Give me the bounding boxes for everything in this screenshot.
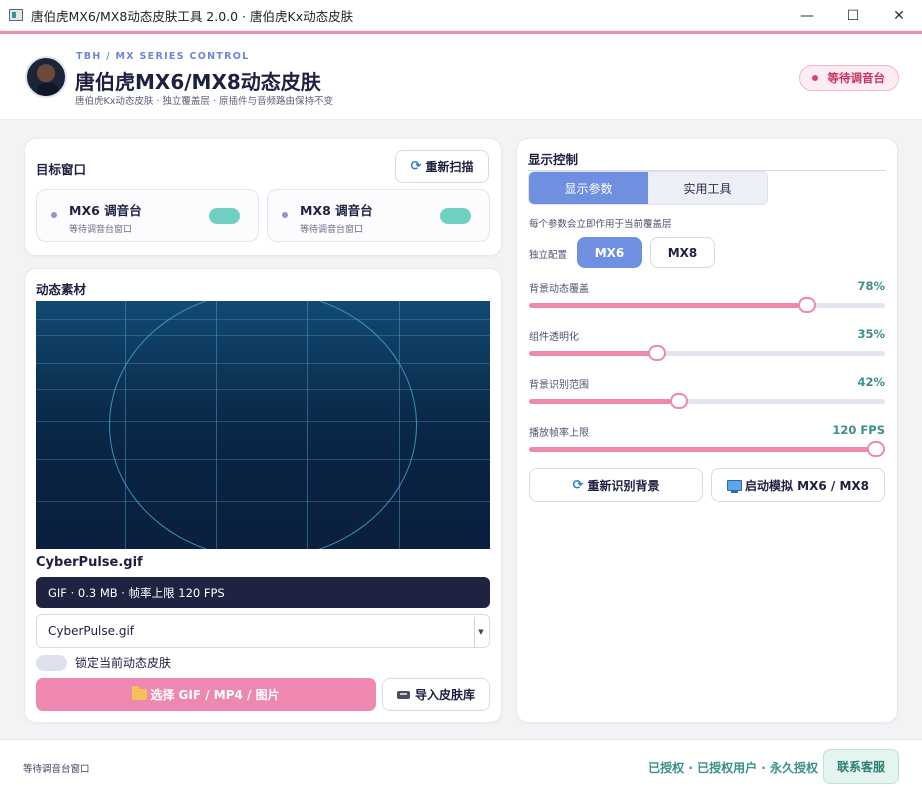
- status-badge: 等待调音台: [798, 65, 899, 91]
- target-window-title: 目标窗口: [36, 162, 87, 177]
- redetect-background-label: 重新识别背景: [587, 478, 660, 493]
- mx6-window-card[interactable]: MX6 调音台 等待调音台窗口: [36, 189, 259, 242]
- component-transparency-slider-thumb[interactable]: [648, 345, 667, 361]
- page-title: 唐伯虎MX6/MX8动态皮肤: [75, 70, 321, 94]
- license-status: 已授权 · 已授权用户 · 永久授权: [648, 761, 818, 775]
- choose-media-button[interactable]: 选择 GIF / MP4 / 图片: [36, 678, 376, 711]
- minimize-button[interactable]: —: [784, 0, 830, 31]
- rescan-button[interactable]: ⟳ 重新扫描: [395, 150, 489, 183]
- media-file-name: CyberPulse.gif: [36, 555, 143, 570]
- background-overlay-label: 背景动态覆盖: [529, 284, 589, 295]
- display-tabs: 显示参数 实用工具: [528, 171, 768, 205]
- drive-icon: [396, 690, 410, 699]
- redetect-background-button[interactable]: ⟳ 重新识别背景: [529, 468, 703, 502]
- chevron-down-icon[interactable]: ▼: [474, 617, 487, 647]
- background-overlay-slider-fill: [529, 303, 807, 308]
- refresh-icon: ⟳: [572, 477, 584, 493]
- contact-support-button[interactable]: 联系客服: [823, 749, 899, 784]
- frame-rate-cap-slider[interactable]: [529, 441, 885, 457]
- mx8-window-name: MX8 调音台: [300, 203, 373, 218]
- app-icon: [9, 9, 23, 21]
- media-meta-bar: GIF · 0.3 MB · 帧率上限 120 FPS: [36, 577, 490, 608]
- maximize-button[interactable]: ☐: [830, 0, 876, 31]
- frame-rate-cap-value: 120 FPS: [832, 423, 885, 437]
- import-library-label: 导入皮肤库: [414, 688, 475, 702]
- monitor-icon: [726, 479, 742, 493]
- config-label: 独立配置: [529, 250, 568, 261]
- mx8-window-card[interactable]: MX8 调音台 等待调音台窗口: [267, 189, 490, 242]
- component-transparency-label: 组件透明化: [529, 332, 579, 343]
- window-title: 唐伯虎MX6/MX8动态皮肤工具 2.0.0 · 唐伯虎Kx动态皮肤: [31, 8, 354, 24]
- lock-skin-toggle[interactable]: [36, 654, 67, 671]
- background-detection-label: 背景识别范围: [529, 380, 589, 391]
- import-library-button[interactable]: 导入皮肤库: [382, 678, 490, 711]
- refresh-icon: ⟳: [410, 159, 422, 174]
- mx8-status-dot-icon: [282, 212, 288, 218]
- status-dot-icon: [811, 75, 818, 81]
- footer-status: 等待调音台窗口: [23, 764, 90, 775]
- display-note: 每个参数会立即作用于当前覆盖层: [529, 219, 672, 230]
- avatar: [25, 56, 67, 98]
- window-titlebar: 唐伯虎MX6/MX8动态皮肤工具 2.0.0 · 唐伯虎Kx动态皮肤 — ☐ ✕: [0, 0, 922, 31]
- display-control-title: 显示控制: [528, 152, 579, 167]
- frame-rate-cap-slider-thumb[interactable]: [867, 441, 885, 457]
- component-transparency-slider-fill: [529, 351, 658, 356]
- background-overlay-slider[interactable]: [529, 297, 885, 313]
- mx8-toggle[interactable]: [440, 208, 471, 224]
- frame-rate-cap-label: 播放帧率上限: [529, 428, 589, 439]
- mx6-window-status: 等待调音台窗口: [69, 225, 133, 235]
- lock-skin-label: 锁定当前动态皮肤: [75, 656, 172, 670]
- rescan-button-label: 重新扫描: [425, 160, 474, 174]
- mx6-window-name: MX6 调音台: [69, 203, 142, 218]
- background-overlay-value: 78%: [857, 279, 885, 293]
- status-badge-label: 等待调音台: [827, 71, 886, 85]
- background-overlay-slider-thumb[interactable]: [797, 297, 816, 313]
- brand-kicker: TBH / MX SERIES CONTROL: [76, 51, 250, 62]
- media-title: 动态素材: [36, 282, 87, 297]
- component-transparency-value: 35%: [857, 327, 885, 341]
- folder-icon: [132, 686, 148, 700]
- tab-utilities[interactable]: 实用工具: [648, 172, 767, 204]
- status-footer: 等待调音台窗口 已授权 · 已授权用户 · 永久授权 联系客服: [0, 739, 922, 792]
- launch-simulation-label: 启动模拟 MX6 / MX8: [744, 478, 869, 493]
- launch-simulation-button[interactable]: 启动模拟 MX6 / MX8: [711, 468, 885, 502]
- frame-rate-cap-slider-fill: [529, 447, 885, 452]
- mx8-window-status: 等待调音台窗口: [300, 225, 364, 235]
- close-button[interactable]: ✕: [876, 0, 922, 31]
- background-detection-slider[interactable]: [529, 393, 885, 409]
- window-controls: — ☐ ✕: [784, 0, 922, 31]
- config-mx6-button[interactable]: MX6: [577, 237, 642, 268]
- background-detection-value: 42%: [857, 375, 885, 389]
- page-subtitle: 唐伯虎Kx动态皮肤 · 独立覆盖层 · 原插件与音频路由保持不变: [75, 96, 333, 107]
- skin-file-select[interactable]: CyberPulse.gif ▼: [36, 614, 490, 648]
- tab-display-params[interactable]: 显示参数: [529, 172, 648, 204]
- background-detection-slider-thumb[interactable]: [669, 393, 688, 409]
- choose-media-label: 选择 GIF / MP4 / 图片: [150, 688, 280, 702]
- mx6-toggle[interactable]: [209, 208, 240, 224]
- skin-preview-image: [36, 301, 490, 549]
- skin-file-select-value: CyberPulse.gif: [48, 624, 135, 638]
- config-mx8-button[interactable]: MX8: [650, 237, 715, 268]
- lock-skin-row: 锁定当前动态皮肤: [36, 654, 171, 671]
- app-header: TBH / MX SERIES CONTROL 唐伯虎MX6/MX8动态皮肤 唐…: [0, 34, 922, 120]
- background-detection-slider-fill: [529, 399, 679, 404]
- mx6-status-dot-icon: [51, 212, 57, 218]
- component-transparency-slider[interactable]: [529, 345, 885, 361]
